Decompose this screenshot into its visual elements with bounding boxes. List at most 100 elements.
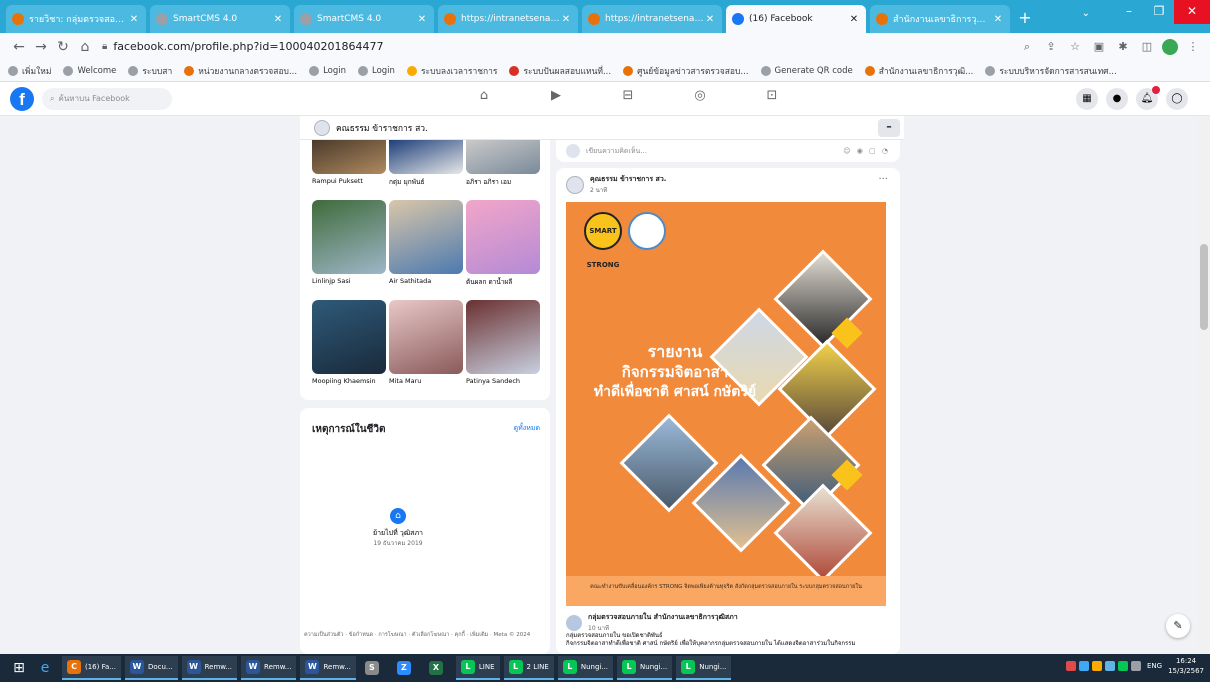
video-nav-icon[interactable]: ▶ — [520, 88, 592, 103]
facebook-search-input[interactable]: ⌕ ค้นหาบน Facebook — [42, 87, 172, 110]
groups-nav-icon[interactable]: ◎ — [664, 88, 736, 103]
bookmark-item[interactable]: ระบบลงเวลาราชการ — [406, 64, 497, 78]
post-more-icon[interactable]: ··· — [878, 174, 888, 185]
tab-close-icon[interactable]: ✕ — [128, 14, 140, 25]
friend-name[interactable]: Patinya Sandech — [466, 377, 540, 385]
extensions-puzzle-icon[interactable]: ✱ — [1114, 38, 1132, 56]
tab-close-icon[interactable]: ✕ — [416, 14, 428, 25]
url-text[interactable]: facebook.com/profile.php?id=100040201864… — [113, 40, 383, 53]
back-icon[interactable]: ← — [8, 36, 30, 58]
friend-name[interactable]: Air Sathitada — [389, 277, 463, 285]
see-all-link[interactable]: ดูทั้งหมด — [514, 423, 540, 434]
share-icon[interactable]: ⇪ — [1042, 38, 1060, 56]
taskbar-app[interactable]: L LINE — [455, 656, 500, 680]
new-tab-button[interactable]: + — [1014, 8, 1036, 30]
menu-grid-icon[interactable]: ▦ — [1076, 88, 1098, 110]
browser-tab[interactable]: SmartCMS 4.0 ✕ — [294, 5, 434, 33]
friend-tile[interactable]: Moopiing Khaemsin — [312, 300, 386, 385]
comment-input[interactable]: เขียนความคิดเห็น... — [586, 146, 843, 157]
bookmark-item[interactable]: Generate QR code — [760, 65, 853, 76]
browser-tab[interactable]: SmartCMS 4.0 ✕ — [150, 5, 290, 33]
browser-tab[interactable]: (16) Facebook ✕ — [726, 5, 866, 33]
close-window-icon[interactable]: ✕ — [1174, 0, 1210, 24]
reload-icon[interactable]: ↻ — [52, 36, 74, 58]
friend-photo[interactable] — [312, 300, 386, 374]
shared-page-name[interactable]: กลุ่มตรวจสอบภายใน สำนักงานเลขาธิการวุฒิส… — [588, 612, 738, 623]
bookmark-item[interactable]: Login — [309, 65, 346, 76]
sidepanel-icon[interactable]: ◫ — [1138, 38, 1156, 56]
gaming-nav-icon[interactable]: ⊡ — [736, 88, 808, 103]
friend-tile[interactable]: Rampui Puksett — [312, 140, 386, 185]
home-icon[interactable]: ⌂ — [74, 36, 96, 58]
taskbar-app[interactable]: W Remw... — [181, 656, 238, 680]
language-indicator[interactable]: ENG — [1147, 662, 1162, 670]
taskbar-app[interactable]: X — [424, 656, 452, 680]
zoom-icon[interactable]: ⌕ — [1018, 38, 1036, 56]
tab-close-icon[interactable]: ✕ — [848, 14, 860, 25]
lock-icon[interactable]: 🔒︎ — [102, 41, 107, 52]
post-author-avatar[interactable] — [566, 175, 584, 194]
friend-photo[interactable] — [389, 300, 463, 374]
bookmark-star-icon[interactable]: ☆ — [1066, 38, 1084, 56]
friend-tile[interactable]: ต้นผลก ดาน้ำผลี — [466, 200, 540, 287]
forward-icon[interactable]: → — [30, 36, 52, 58]
bookmark-item[interactable]: สำนักงานเลขาธิการวุฒิ... — [864, 64, 973, 78]
home-nav-icon[interactable]: ⌂ — [448, 88, 520, 103]
taskbar-app[interactable]: C (16) Fa... — [62, 656, 121, 680]
address-bar[interactable]: 🔒︎ facebook.com/profile.php?id=100040201… — [96, 36, 1018, 58]
browser-tab[interactable]: สำนักงานเลขาธิการวุฒิสภา ✕ — [870, 5, 1010, 33]
taskbar-app[interactable]: L Nungi... — [557, 656, 614, 680]
facebook-footer-links[interactable]: ความเป็นส่วนตัว · ข้อกำหนด · การโฆษณา · … — [304, 632, 544, 639]
tab-search-chevron-icon[interactable]: ⌄ — [1082, 8, 1090, 19]
page-scrollbar[interactable] — [1198, 116, 1210, 654]
browser-tab[interactable]: https://intranetsenate... ✕ — [438, 5, 578, 33]
post-image[interactable]: SMART STRONG รายงาน กิจกรรมจิตอาสา ทำดีเ… — [566, 202, 886, 606]
tray-icons[interactable] — [1066, 661, 1141, 671]
friend-name[interactable]: Rampui Puksett — [312, 177, 386, 185]
friend-name[interactable]: Mita Maru — [389, 377, 463, 385]
bookmark-item[interactable]: ระบบปันผลสอบแทนที่... — [509, 64, 611, 78]
bookmark-item[interactable]: เพิ่มใหม่ — [8, 64, 51, 78]
bookmark-item[interactable]: ศูนย์ข้อมูลข่าวสารตรวจสอบ... — [623, 64, 749, 78]
friend-photo[interactable] — [466, 300, 540, 374]
maximize-icon[interactable]: ❐ — [1144, 0, 1174, 24]
taskbar-app[interactable]: W Remw... — [241, 656, 297, 680]
bookmark-item[interactable]: ระบบสา — [128, 64, 172, 78]
post-author[interactable]: คุณธรรม ข้าราชการ สว. — [590, 174, 666, 185]
system-clock[interactable]: 16:24 15/3/2567 — [1168, 656, 1204, 676]
extension-icon[interactable]: ▣ — [1090, 38, 1108, 56]
browser-tab[interactable]: https://intranetsenate... ✕ — [582, 5, 722, 33]
friend-photo[interactable] — [312, 140, 386, 174]
marketplace-nav-icon[interactable]: ⊟ — [592, 88, 664, 103]
friend-name[interactable]: อภิรา อภิรา เอม — [466, 177, 540, 187]
profile-avatar-small[interactable] — [314, 119, 330, 136]
taskbar-app[interactable]: L Nungi... — [617, 656, 673, 680]
friend-tile[interactable]: Linlinjp Sasi — [312, 200, 386, 285]
taskbar-app[interactable]: W Remw... — [300, 656, 356, 680]
profile-avatar[interactable] — [1162, 38, 1178, 55]
friend-tile[interactable]: อภิรา อภิรา เอม — [466, 140, 540, 187]
internet-explorer-icon[interactable]: e — [32, 655, 58, 681]
bookmark-item[interactable]: หน่วยงานกลางตรวจสอบ... — [184, 64, 297, 78]
tab-close-icon[interactable]: ✕ — [272, 14, 284, 25]
friend-photo[interactable] — [466, 140, 540, 174]
menu-kebab-icon[interactable]: ⋮ — [1184, 38, 1202, 56]
shared-page-avatar[interactable] — [566, 614, 582, 631]
tab-close-icon[interactable]: ✕ — [704, 14, 716, 25]
scrollbar-thumb[interactable] — [1200, 244, 1208, 330]
taskbar-app[interactable]: L2 LINE — [503, 656, 554, 680]
friend-tile[interactable]: Mita Maru — [389, 300, 463, 385]
bookmark-item[interactable]: Login — [358, 65, 395, 76]
comment-emoji-icons[interactable]: ☺ ◉ ▢ ◔ — [843, 147, 890, 155]
profile-more-button[interactable]: – — [878, 119, 900, 137]
minimize-icon[interactable]: – — [1114, 0, 1144, 24]
bookmark-item[interactable]: Welcome — [63, 65, 116, 76]
messenger-icon[interactable]: ● — [1106, 88, 1128, 110]
tab-close-icon[interactable]: ✕ — [992, 14, 1004, 25]
friend-tile[interactable]: Air Sathitada — [389, 200, 463, 285]
new-message-icon[interactable]: ✎ — [1166, 614, 1190, 638]
friend-photo[interactable] — [312, 200, 386, 274]
taskbar-app[interactable]: Z — [392, 656, 420, 680]
notifications-bell-icon[interactable]: 🔔︎ — [1136, 86, 1160, 110]
friend-tile[interactable]: กตุ่ม มุกพันธ์ — [389, 140, 463, 187]
